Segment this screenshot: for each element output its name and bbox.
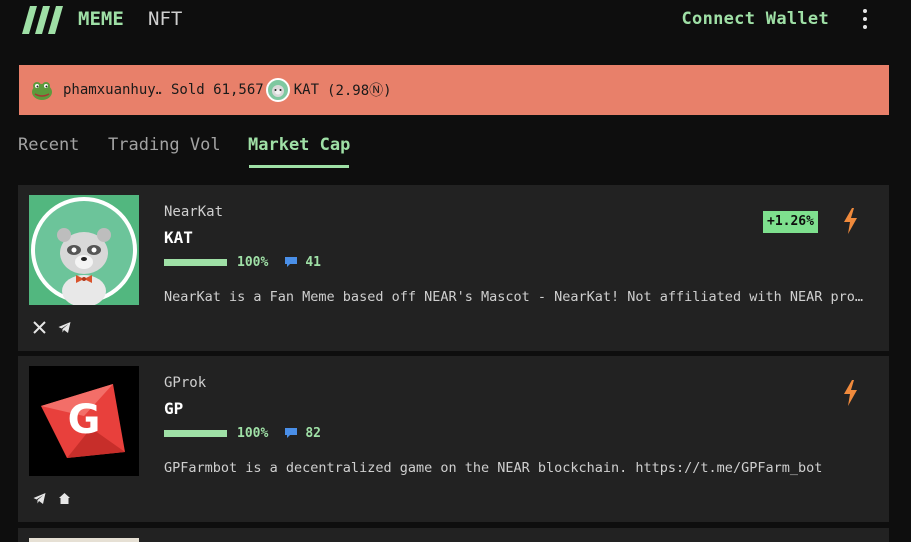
token-image: G	[29, 366, 139, 476]
progress-bar	[164, 429, 227, 437]
tab-trading-vol[interactable]: Trading Vol	[108, 135, 221, 155]
nav-nft-link[interactable]: NFT	[148, 8, 182, 30]
token-image	[29, 538, 139, 542]
lightning-icon[interactable]	[842, 380, 859, 406]
ticker-action: Sold 61,567	[171, 82, 264, 98]
progress-row: 100% 41	[164, 254, 321, 270]
progress-percent: 100%	[237, 425, 269, 441]
active-tab-indicator	[249, 165, 349, 168]
comment-count: 41	[305, 254, 321, 270]
token-symbol: KAT	[164, 228, 193, 247]
ticker-amount: (2.98Ⓝ)	[327, 83, 392, 99]
connect-wallet-button[interactable]: Connect Wallet	[682, 9, 830, 29]
lightning-icon[interactable]	[842, 208, 859, 234]
progress-row: 100% 82	[164, 425, 321, 441]
progress-percent: 100%	[237, 254, 269, 270]
token-description: NearKat is a Fan Meme based off NEAR's M…	[164, 289, 866, 305]
more-menu-icon[interactable]	[858, 9, 872, 33]
token-card[interactable]	[18, 528, 889, 542]
ticker-token: KAT	[293, 82, 320, 98]
svg-text:G: G	[68, 397, 101, 443]
token-card[interactable]: NearKat KAT 100% 41 +1.26% NearKat is a …	[18, 185, 889, 351]
token-name: NearKat	[164, 204, 224, 220]
telegram-icon[interactable]	[58, 321, 71, 334]
top-nav: MEME NFT Connect Wallet	[0, 0, 911, 42]
x-icon[interactable]	[33, 321, 46, 334]
token-symbol: GP	[164, 399, 184, 418]
progress-bar	[164, 258, 227, 266]
token-name: GProk	[164, 375, 207, 391]
price-change-badge: +1.26%	[763, 211, 818, 233]
social-links	[33, 321, 71, 334]
comment-icon	[285, 257, 298, 267]
token-image	[29, 195, 139, 305]
social-links	[33, 492, 71, 505]
user-avatar-icon	[32, 82, 52, 100]
home-icon[interactable]	[58, 492, 71, 505]
comment-count: 82	[305, 425, 321, 441]
telegram-icon[interactable]	[33, 492, 46, 505]
kat-token-icon	[265, 78, 290, 102]
tab-recent[interactable]: Recent	[18, 135, 79, 155]
nav-meme-link[interactable]: MEME	[78, 8, 124, 30]
ticker-user[interactable]: phamxuanhuy…	[63, 82, 162, 98]
token-description: GPFarmbot is a decentralized game on the…	[164, 460, 823, 476]
tab-market-cap[interactable]: Market Cap	[248, 135, 350, 155]
activity-ticker[interactable]: phamxuanhuy… Sold 61,567 KAT (2.98Ⓝ)	[19, 65, 889, 115]
logo-icon[interactable]	[22, 6, 64, 34]
comment-icon	[285, 428, 298, 438]
token-card[interactable]: G GProk GP 100% 82 GPFarmbot is a decent…	[18, 356, 889, 522]
